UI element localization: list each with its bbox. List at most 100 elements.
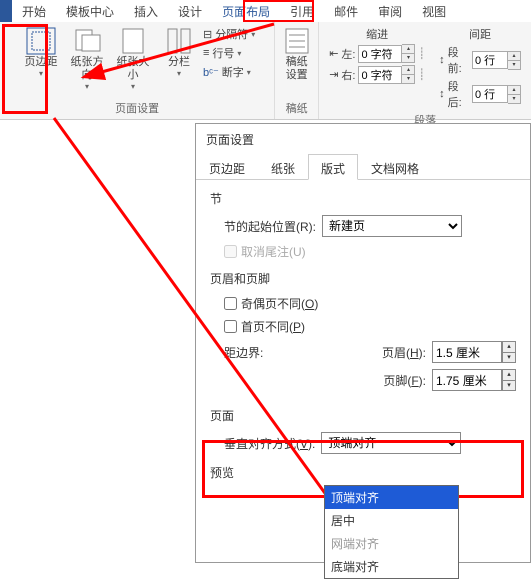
margin-icon	[24, 26, 58, 56]
indent-left-label: 左:	[341, 46, 355, 62]
edge-label: 距边界:	[224, 341, 263, 361]
tab-layout[interactable]: 版式	[308, 154, 358, 180]
menu-template[interactable]: 模板中心	[56, 0, 124, 23]
chevron-down-icon: ▾	[85, 82, 89, 91]
menu-review[interactable]: 审阅	[368, 0, 412, 23]
first-diff-row[interactable]: 首页不同(P)	[224, 318, 516, 335]
header-label: 页眉(H):	[382, 344, 426, 361]
section-page: 页面 垂直对齐方式(V): 顶端对齐	[210, 407, 516, 454]
btn-manuscript[interactable]: 稿纸 设置	[275, 24, 319, 84]
orientation-icon	[70, 26, 104, 56]
valign-option-center[interactable]: 居中	[325, 509, 458, 532]
indent-left-spin[interactable]: ▴▾	[358, 44, 415, 63]
btn-margin[interactable]: 页边距 ▾	[19, 24, 63, 80]
spin-down[interactable]: ▾	[402, 75, 414, 83]
odd-even-label: 奇偶页不同(O)	[241, 295, 318, 312]
menu-mail[interactable]: 邮件	[324, 0, 368, 23]
spin-down[interactable]: ▾	[502, 380, 516, 391]
spin-up[interactable]: ▴	[502, 341, 516, 352]
valign-option-top[interactable]: 顶端对齐	[325, 486, 458, 509]
section-head: 节	[210, 190, 516, 207]
first-diff-checkbox[interactable]	[224, 320, 237, 333]
indent-left-input[interactable]	[358, 45, 402, 63]
footer-input[interactable]	[432, 369, 502, 391]
menu-reference[interactable]: 引用	[280, 0, 324, 23]
breaks-icon: ⊟	[203, 28, 212, 41]
spin-up[interactable]: ▴	[502, 369, 516, 380]
odd-even-checkbox[interactable]	[224, 297, 237, 310]
dialog-tabs: 页边距 纸张 版式 文档网格	[196, 154, 530, 180]
spin-down[interactable]: ▾	[502, 352, 516, 363]
indent-right-input[interactable]	[358, 66, 402, 84]
spin-down[interactable]: ▾	[402, 54, 414, 62]
btn-orientation[interactable]: 纸张方向 ▾	[65, 24, 109, 93]
spin-up[interactable]: ▴	[508, 86, 520, 95]
space-before-input[interactable]	[472, 51, 508, 69]
section-hf: 页眉和页脚 奇偶页不同(O) 首页不同(P) 距边界: 页眉(H): ▴▾	[210, 270, 516, 397]
tab-grid[interactable]: 文档网格	[358, 154, 432, 179]
page-head: 页面	[210, 407, 516, 424]
group-paragraph: 缩进 ⇤ 左: ▴▾ ┊ ⇥ 右: ▴▾ ┊ 间距 ↕ 段前:	[319, 22, 531, 119]
btn-hyphen-label: 断字	[222, 64, 244, 80]
menu-page-layout[interactable]: 页面布局	[212, 0, 280, 23]
space-after-input[interactable]	[472, 85, 508, 103]
btn-lineno[interactable]: ≡行号▾	[203, 45, 255, 61]
valign-dropdown[interactable]: 顶端对齐 居中 网端对齐 底端对齐	[324, 485, 459, 579]
preview-head: 预览	[210, 464, 516, 481]
suppress-endnote-row: 取消尾注(U)	[224, 243, 516, 260]
group-page-setup: 页边距 ▾ 纸张方向 ▾ 纸张大小 ▾ 分栏	[0, 22, 275, 119]
header-input[interactable]	[432, 341, 502, 363]
odd-even-row[interactable]: 奇偶页不同(O)	[224, 295, 516, 312]
space-after-spin[interactable]: ▴▾	[472, 85, 521, 104]
spin-up[interactable]: ▴	[402, 66, 414, 75]
menu-design[interactable]: 设计	[168, 0, 212, 23]
indent-head: 缩进	[329, 26, 425, 42]
small-buttons: ⊟分隔符▾ ≡行号▾ bᶜ⁻断字▾	[203, 24, 255, 80]
valign-option-bottom[interactable]: 底端对齐	[325, 555, 458, 578]
section-preview: 预览	[210, 464, 516, 481]
valign-option-justify[interactable]: 网端对齐	[325, 532, 458, 555]
spin-up[interactable]: ▴	[402, 45, 414, 54]
section-start-select[interactable]: 新建页	[322, 215, 462, 237]
page-setup-dialog: 页面设置 页边距 纸张 版式 文档网格 节 节的起始位置(R): 新建页 取消尾…	[195, 123, 531, 563]
section-section: 节 节的起始位置(R): 新建页 取消尾注(U)	[210, 190, 516, 260]
hf-head: 页眉和页脚	[210, 270, 516, 287]
tab-margin[interactable]: 页边距	[196, 154, 258, 179]
btn-columns[interactable]: 分栏 ▾	[157, 24, 201, 80]
menu-insert[interactable]: 插入	[124, 0, 168, 23]
spin-down[interactable]: ▾	[508, 61, 520, 69]
footer-label: 页脚(F):	[383, 372, 426, 389]
btn-manuscript-label: 稿纸 设置	[286, 56, 308, 82]
space-before-icon: ↕	[439, 54, 445, 66]
btn-orientation-label: 纸张方向	[67, 56, 107, 82]
tab-paper[interactable]: 纸张	[258, 154, 308, 179]
indent-block: 缩进 ⇤ 左: ▴▾ ┊ ⇥ 右: ▴▾ ┊	[325, 24, 429, 112]
menu-view[interactable]: 视图	[412, 0, 456, 23]
size-icon	[116, 26, 150, 56]
btn-breaks[interactable]: ⊟分隔符▾	[203, 26, 255, 42]
header-spin[interactable]: ▴▾	[432, 341, 516, 363]
footer-spin[interactable]: ▴▾	[432, 369, 516, 391]
spin-down[interactable]: ▾	[508, 95, 520, 103]
manuscript-icon	[280, 26, 314, 56]
chevron-down-icon: ▾	[247, 68, 251, 77]
space-before-spin[interactable]: ▴▾	[472, 51, 521, 70]
indent-right-spin[interactable]: ▴▾	[358, 65, 415, 84]
chevron-down-icon: ▾	[39, 69, 43, 78]
spacing-block: 间距 ↕ 段前: ▴▾ ↕ 段后: ▴▾	[435, 24, 525, 112]
divider-icon: ┊	[418, 68, 425, 81]
menu-bar: 开始 模板中心 插入 设计 页面布局 引用 邮件 审阅 视图	[0, 0, 531, 22]
menu-start[interactable]: 开始	[12, 0, 56, 23]
btn-size[interactable]: 纸张大小 ▾	[111, 24, 155, 93]
chevron-down-icon: ▾	[131, 82, 135, 91]
ribbon: 页边距 ▾ 纸张方向 ▾ 纸张大小 ▾ 分栏	[0, 22, 531, 120]
btn-hyphen[interactable]: bᶜ⁻断字▾	[203, 64, 255, 80]
chevron-down-icon: ▾	[251, 30, 255, 39]
group-manuscript: 稿纸 设置 稿纸	[275, 22, 319, 119]
suppress-endnote-label: 取消尾注(U)	[241, 243, 306, 260]
btn-lineno-label: 行号	[212, 45, 234, 61]
btn-size-label: 纸张大小	[113, 56, 153, 82]
valign-select[interactable]: 顶端对齐	[321, 432, 461, 454]
columns-icon	[162, 26, 196, 56]
spin-up[interactable]: ▴	[508, 52, 520, 61]
